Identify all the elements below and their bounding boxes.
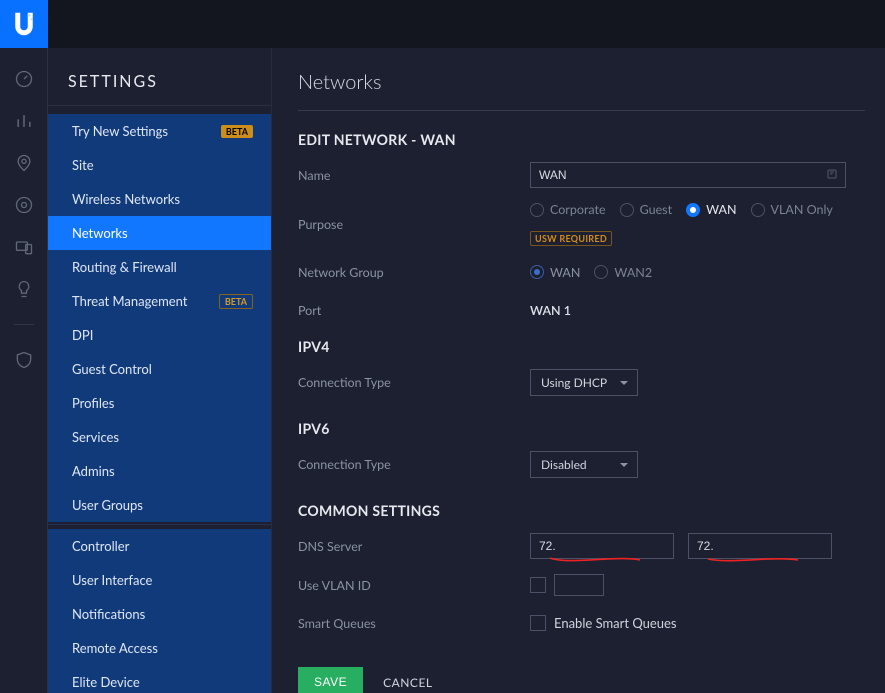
sidebar-item-admins[interactable]: Admins xyxy=(48,454,271,488)
settings-heading: SETTINGS xyxy=(48,72,271,106)
netgroup-wan2-radio[interactable]: WAN2 xyxy=(594,265,652,280)
purpose-guest-radio[interactable]: Guest xyxy=(620,202,673,217)
sidebar-item-label: Routing & Firewall xyxy=(72,259,177,275)
sidebar-item-label: Remote Access xyxy=(72,640,158,656)
beta-badge: BETA xyxy=(219,294,253,309)
sidebar-item-label: Networks xyxy=(72,225,128,241)
sidebar-item-site[interactable]: Site xyxy=(48,148,271,182)
sidebar-item-label: Wireless Networks xyxy=(72,191,180,207)
input-tag-icon xyxy=(826,167,838,183)
u-logo-icon xyxy=(9,9,39,39)
sidebar-item-label: Guest Control xyxy=(72,361,152,377)
sidebar-item-try-new-settings[interactable]: Try New Settings BETA xyxy=(48,114,271,148)
sidebar-item-services[interactable]: Services xyxy=(48,420,271,454)
port-value: WAN 1 xyxy=(530,303,571,318)
edit-network-heading: EDIT NETWORK - WAN xyxy=(298,131,865,148)
ipv6-heading: IPV6 xyxy=(298,420,865,437)
security-icon[interactable] xyxy=(13,349,35,371)
devices-icon[interactable] xyxy=(13,194,35,216)
purpose-vlan-radio[interactable]: VLAN Only xyxy=(751,202,833,217)
sidebar-item-label: User Groups xyxy=(72,497,143,513)
nav-group-secondary: Controller User Interface Notifications Rem… xyxy=(48,524,271,693)
sidebar-item-label: Controller xyxy=(72,538,129,554)
beta-badge: BETA xyxy=(221,125,253,138)
sidebar-item-controller[interactable]: Controller xyxy=(48,529,271,563)
network-name-input[interactable] xyxy=(530,162,846,188)
purpose-corporate-radio[interactable]: Corporate xyxy=(530,202,606,217)
sidebar-item-threat-management[interactable]: Threat Management BETA xyxy=(48,284,271,318)
left-icon-rail xyxy=(0,48,48,693)
map-icon[interactable] xyxy=(13,152,35,174)
cancel-button[interactable]: CANCEL xyxy=(383,675,432,690)
ipv4-conn-type-label: Connection Type xyxy=(298,375,530,390)
save-button[interactable]: SAVE xyxy=(298,667,363,693)
nav-group-primary: Try New Settings BETA Site Wireless Network… xyxy=(48,114,271,522)
page-title: Networks xyxy=(298,70,865,111)
ipv4-heading: IPV4 xyxy=(298,338,865,355)
sidebar-item-networks[interactable]: Networks xyxy=(48,216,271,250)
sidebar-item-label: DPI xyxy=(72,327,93,343)
sidebar-item-label: Elite Device xyxy=(72,674,140,690)
sidebar-item-remote-access[interactable]: Remote Access xyxy=(48,631,271,665)
ipv6-conn-type-select[interactable]: Disabled xyxy=(530,451,638,478)
sidebar-item-label: Try New Settings xyxy=(72,123,168,139)
sidebar-item-user-interface[interactable]: User Interface xyxy=(48,563,271,597)
enable-smart-queues-text: Enable Smart Queues xyxy=(554,615,677,631)
common-settings-heading: COMMON SETTINGS xyxy=(298,502,865,519)
settings-sidebar: SETTINGS Try New Settings BETA Site Wireles… xyxy=(48,48,272,693)
ipv6-conn-type-label: Connection Type xyxy=(298,457,530,472)
enable-smart-queues-checkbox[interactable] xyxy=(530,615,546,631)
smart-queues-label: Smart Queues xyxy=(298,616,530,631)
name-label: Name xyxy=(298,168,530,183)
sidebar-item-label: Threat Management xyxy=(72,293,187,309)
red-underline-2 xyxy=(706,555,800,565)
statistics-icon[interactable] xyxy=(13,110,35,132)
sidebar-item-routing-firewall[interactable]: Routing & Firewall xyxy=(48,250,271,284)
sidebar-item-profiles[interactable]: Profiles xyxy=(48,386,271,420)
red-underline-1 xyxy=(548,555,642,565)
top-bar xyxy=(0,0,885,48)
usw-required-badge: USW REQUIRED xyxy=(530,231,612,246)
use-vlan-id-checkbox[interactable] xyxy=(530,577,546,593)
sidebar-item-label: Notifications xyxy=(72,606,145,622)
clients-icon[interactable] xyxy=(13,236,35,258)
use-vlan-id-label: Use VLAN ID xyxy=(298,578,530,593)
sidebar-item-dpi[interactable]: DPI xyxy=(48,318,271,352)
dns-server-label: DNS Server xyxy=(298,539,530,554)
sidebar-item-wireless-networks[interactable]: Wireless Networks xyxy=(48,182,271,216)
netgroup-wan-radio[interactable]: WAN xyxy=(530,265,580,280)
dashboard-icon[interactable] xyxy=(13,68,35,90)
insights-icon[interactable] xyxy=(13,278,35,300)
sidebar-item-elite-device[interactable]: Elite Device xyxy=(48,665,271,693)
sidebar-item-guest-control[interactable]: Guest Control xyxy=(48,352,271,386)
sidebar-item-label: Site xyxy=(72,157,94,173)
main-content: Networks EDIT NETWORK - WAN Name Purpose… xyxy=(272,48,885,693)
network-group-label: Network Group xyxy=(298,265,530,280)
sidebar-item-label: Profiles xyxy=(72,395,114,411)
sidebar-item-user-groups[interactable]: User Groups xyxy=(48,488,271,522)
vlan-id-input[interactable] xyxy=(554,574,604,596)
sidebar-item-label: User Interface xyxy=(72,572,152,588)
port-label: Port xyxy=(298,303,530,318)
rail-divider xyxy=(14,324,34,325)
brand-logo[interactable] xyxy=(0,0,48,48)
ipv4-conn-type-select[interactable]: Using DHCP xyxy=(530,369,638,396)
sidebar-item-label: Admins xyxy=(72,463,115,479)
purpose-wan-radio[interactable]: WAN xyxy=(686,202,736,217)
sidebar-item-notifications[interactable]: Notifications xyxy=(48,597,271,631)
sidebar-item-label: Services xyxy=(72,429,119,445)
purpose-label: Purpose xyxy=(298,217,530,232)
